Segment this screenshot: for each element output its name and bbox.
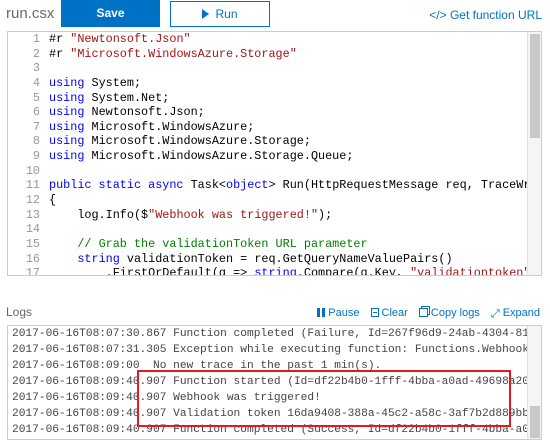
run-button-label: Run bbox=[215, 7, 238, 21]
expand-label: Expand bbox=[502, 307, 540, 319]
line-number: 10 bbox=[25, 163, 40, 178]
code-line: 1 #r "Newtonsoft.Json" bbox=[8, 32, 541, 47]
clear-button[interactable]: Clear bbox=[370, 307, 408, 319]
run-button[interactable]: Run bbox=[170, 1, 270, 27]
copy-icon bbox=[418, 308, 428, 317]
code-line: 15 // Grab the validationToken URL param… bbox=[8, 237, 541, 252]
panel-splitter[interactable] bbox=[0, 277, 550, 299]
code-text: // Grab the validationToken URL paramete… bbox=[77, 236, 368, 251]
toolbar: run.csx Save Run </> Get function URL bbox=[0, 0, 550, 30]
code-line: 14 bbox=[8, 222, 541, 237]
get-function-url-link[interactable]: </> Get function URL bbox=[429, 8, 542, 22]
code-line: 4 using System; bbox=[8, 76, 541, 91]
copy-logs-label: Copy logs bbox=[430, 307, 480, 319]
code-line: 3 bbox=[8, 61, 541, 76]
line-number: 15 bbox=[25, 236, 40, 251]
file-name-tab[interactable]: run.csx bbox=[6, 5, 54, 22]
pause-label: Pause bbox=[328, 307, 360, 319]
code-line: 11 public static async Task<object> Run(H… bbox=[8, 178, 541, 193]
logs-vertical-scroll-thumb[interactable] bbox=[530, 406, 540, 438]
line-number: 2 bbox=[32, 46, 40, 61]
code-text: { bbox=[49, 193, 57, 208]
log-line: 2017-06-16T08:07:31.305 Exception while … bbox=[12, 344, 542, 356]
code-line: 7 using Microsoft.WindowsAzure; bbox=[8, 120, 541, 135]
line-number: 16 bbox=[25, 251, 40, 266]
code-line: 9 using Microsoft.WindowsAzure.Storage.Qu… bbox=[8, 149, 541, 164]
logs-vertical-scrollbar[interactable] bbox=[527, 326, 541, 439]
line-number: 14 bbox=[25, 222, 40, 237]
code-text: #r "Microsoft.WindowsAzure.Storage" bbox=[49, 46, 297, 61]
highlight-annotation-box bbox=[137, 370, 511, 427]
line-number: 11 bbox=[25, 178, 40, 193]
code-text: string validationToken = req.GetQueryNam… bbox=[77, 251, 453, 266]
code-text: using Newtonsoft.Json; bbox=[49, 105, 205, 120]
code-line: 13 log.Info($"Webhook was triggered!"); bbox=[8, 208, 541, 223]
log-actions: Pause Clear Copy logs ⤢ Expand bbox=[309, 307, 540, 321]
line-number: 8 bbox=[32, 134, 40, 149]
code-line: 8 using Microsoft.WindowsAzure.Storage; bbox=[8, 134, 541, 149]
code-editor[interactable]: 1 #r "Newtonsoft.Json" 2 #r "Microsoft.Wind… bbox=[7, 31, 542, 276]
code-text: using System.Net; bbox=[49, 90, 170, 105]
line-number: 5 bbox=[32, 90, 40, 105]
clear-label: Clear bbox=[381, 307, 408, 319]
code-line: 12 { bbox=[8, 193, 541, 208]
line-number: 9 bbox=[32, 149, 40, 164]
code-text: using Microsoft.WindowsAzure.Storage.Que… bbox=[49, 149, 354, 164]
pause-icon bbox=[317, 308, 326, 317]
code-text: .FirstOrDefault(q => string.Compare(q.Ke… bbox=[49, 266, 538, 276]
copy-logs-button[interactable]: Copy logs bbox=[418, 307, 480, 319]
line-number: 4 bbox=[32, 75, 40, 90]
code-line: 6 using Newtonsoft.Json; bbox=[8, 105, 541, 120]
code-line: 10 bbox=[8, 164, 541, 179]
line-number: 7 bbox=[32, 119, 40, 134]
log-line: 2017-06-16T08:07:30.867 Function complet… bbox=[12, 328, 541, 340]
editor-vertical-scrollbar[interactable] bbox=[527, 32, 541, 275]
clear-icon bbox=[370, 308, 379, 317]
save-button[interactable]: Save bbox=[61, 0, 160, 27]
code-text: #r "Newtonsoft.Json" bbox=[49, 32, 191, 46]
expand-icon: ⤢ bbox=[490, 308, 500, 320]
code-line: 17 .FirstOrDefault(q => string.Compare(q… bbox=[8, 266, 541, 276]
code-text: public static async Task<object> Run(Htt… bbox=[49, 178, 541, 193]
expand-button[interactable]: ⤢ Expand bbox=[490, 307, 540, 320]
line-number: 1 bbox=[32, 32, 40, 46]
line-number: 13 bbox=[25, 207, 40, 222]
line-number: 3 bbox=[32, 61, 40, 76]
line-number: 17 bbox=[25, 266, 40, 276]
line-number: 12 bbox=[25, 193, 40, 208]
code-lines: 1 #r "Newtonsoft.Json" 2 #r "Microsoft.Wind… bbox=[8, 32, 541, 276]
code-text: log.Info($"Webhook was triggered!"); bbox=[49, 207, 333, 222]
code-text: using Microsoft.WindowsAzure; bbox=[49, 119, 255, 134]
code-text: using Microsoft.WindowsAzure.Storage; bbox=[49, 134, 311, 149]
logs-title: Logs bbox=[6, 305, 33, 319]
editor-vertical-scroll-thumb[interactable] bbox=[530, 34, 540, 138]
play-icon bbox=[202, 9, 210, 19]
code-line: 16 string validationToken = req.GetQuery… bbox=[8, 252, 541, 267]
code-line: 2 #r "Microsoft.WindowsAzure.Storage" bbox=[8, 47, 541, 62]
pause-button[interactable]: Pause bbox=[317, 307, 359, 319]
code-line: 5 using System.Net; bbox=[8, 91, 541, 106]
code-text: using System; bbox=[49, 75, 142, 90]
line-number: 6 bbox=[32, 105, 40, 120]
